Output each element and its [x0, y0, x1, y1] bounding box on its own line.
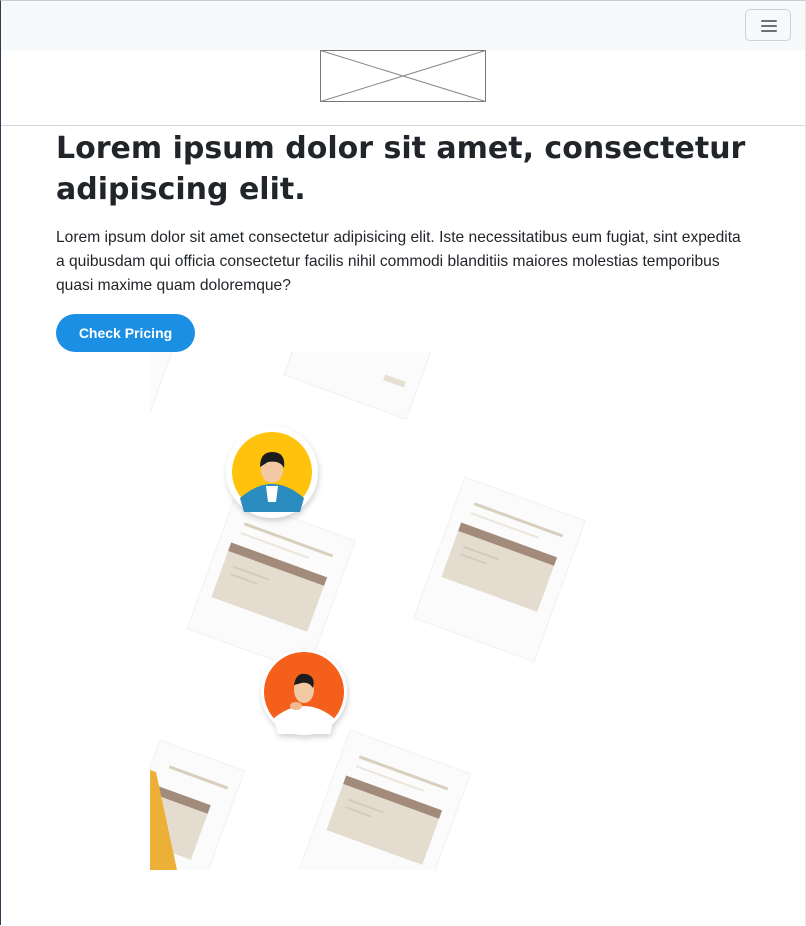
hamburger-bar	[761, 30, 777, 32]
hamburger-bar	[761, 25, 777, 27]
avatar-thinking-man-icon	[261, 649, 347, 735]
document-card-illustration	[298, 729, 471, 870]
logo-bar	[1, 50, 805, 126]
hero-title: Lorem ipsum dolor sit amet, consectetur …	[56, 131, 746, 207]
document-card-illustration	[283, 352, 448, 420]
hero-illustration	[150, 352, 586, 870]
navbar	[1, 1, 805, 50]
document-card-illustration	[150, 352, 188, 426]
document-card-illustration	[413, 476, 586, 663]
avatar-man-icon	[226, 426, 318, 518]
document-card-illustration	[186, 496, 356, 673]
hamburger-menu-icon	[761, 20, 777, 22]
navbar-toggler-button[interactable]	[745, 9, 791, 41]
logo-placeholder-icon[interactable]	[320, 50, 486, 102]
page-frame: Lorem ipsum dolor sit amet, consectetur …	[0, 0, 806, 925]
check-pricing-button[interactable]: Check Pricing	[56, 314, 195, 352]
hero-description: Lorem ipsum dolor sit amet consectetur a…	[56, 229, 741, 294]
